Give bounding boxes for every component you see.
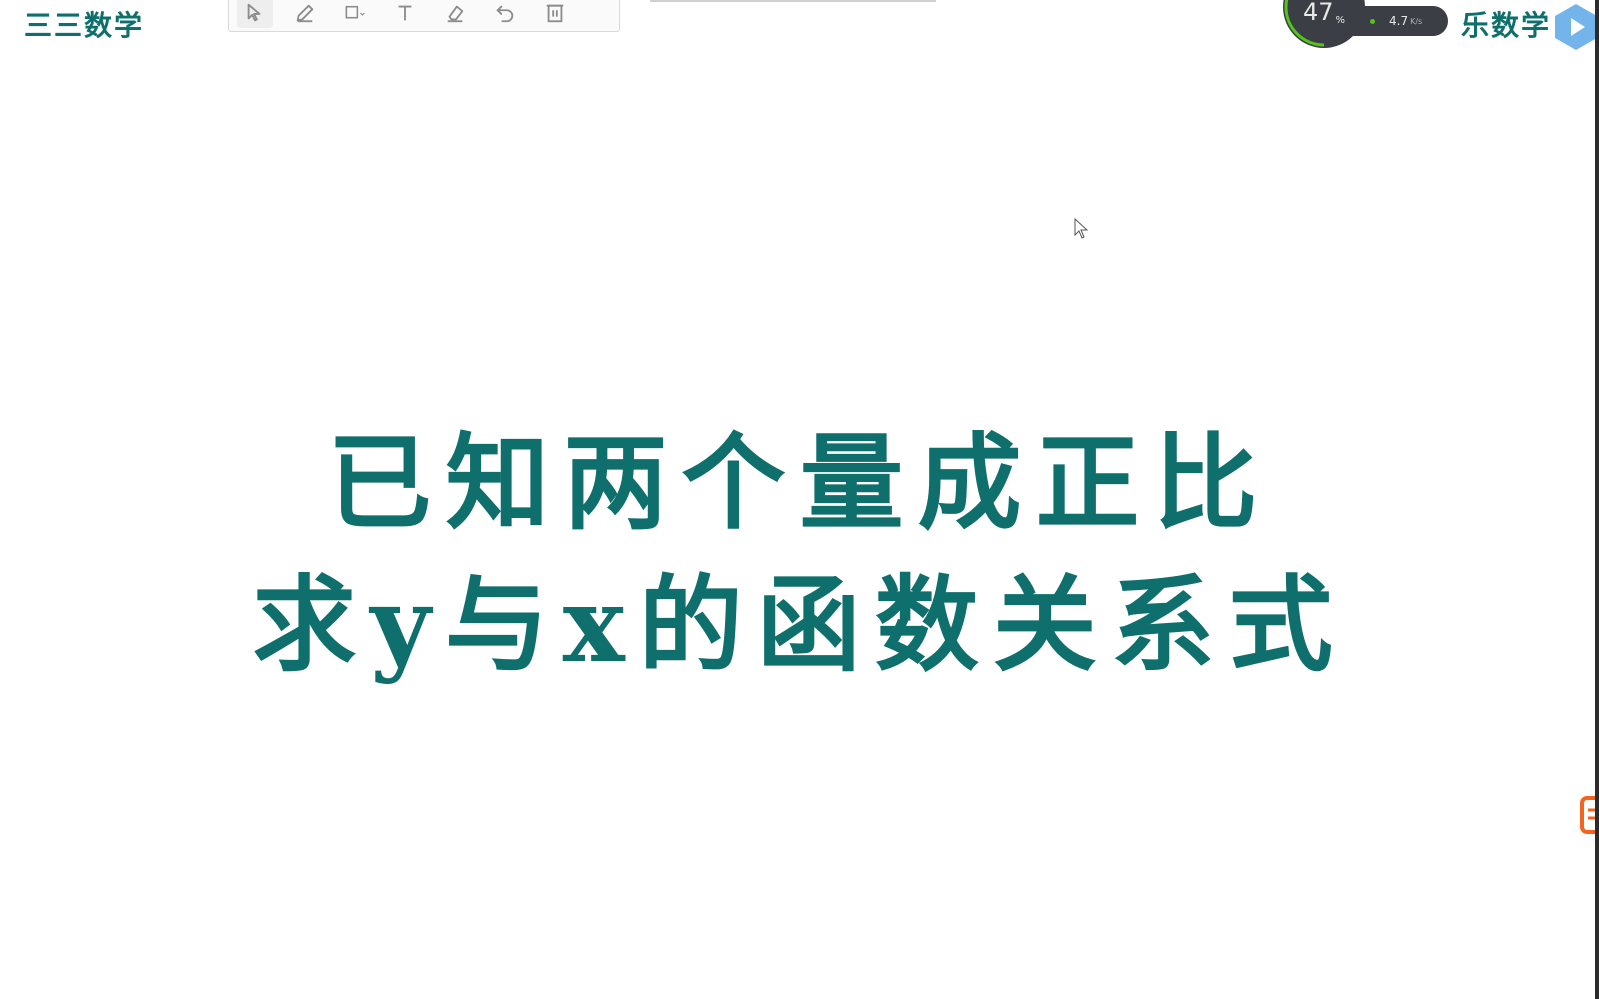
cursor-arrow-icon	[247, 3, 261, 21]
slide-title-line1: 已知两个量成正比	[327, 421, 1272, 544]
undo-button[interactable]	[487, 0, 523, 28]
top-divider	[650, 0, 936, 2]
speed-unit: K/s	[1410, 16, 1423, 26]
annotation-toolbar	[228, 0, 620, 32]
slide-title-line2: 求y与x的函数关系式	[252, 563, 1347, 686]
text-tool-button[interactable]	[387, 0, 423, 28]
shape-tool-button[interactable]	[337, 0, 373, 28]
text-icon	[398, 5, 412, 20]
select-tool-button[interactable]	[237, 0, 273, 28]
network-speed-pill: 4.7 K/s	[1352, 6, 1448, 36]
slide-canvas: 三三数学 47 % 4.7 K/s 乐数学 已知两个量成正比 求y与x的函数关系…	[0, 0, 1599, 999]
trash-icon	[546, 4, 564, 22]
brand-logo-right: 乐数学	[1460, 9, 1551, 42]
undo-icon	[496, 5, 514, 22]
brand-logo-left: 三三数学	[24, 9, 145, 42]
eraser-tool-button[interactable]	[437, 0, 473, 28]
eraser-icon	[447, 5, 464, 22]
delete-button[interactable]	[537, 0, 573, 28]
play-logo-icon	[1555, 4, 1597, 50]
speed-value: 4.7	[1389, 14, 1409, 28]
mouse-cursor-icon	[1074, 218, 1089, 239]
window-edge	[1595, 0, 1599, 999]
square-icon	[345, 5, 365, 18]
pencil-icon	[296, 4, 314, 22]
pen-tool-button[interactable]	[287, 0, 323, 28]
status-dot	[1370, 18, 1375, 24]
